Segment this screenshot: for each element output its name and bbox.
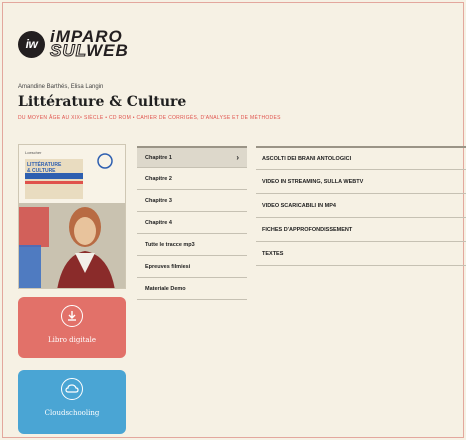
resource-list: ASCOLTI DEI BRANI ANTOLOGICI VIDEO IN ST…: [256, 146, 466, 266]
resource-item-fiches[interactable]: FICHES D'APPROFONDISSEMENT: [256, 218, 466, 242]
book-title: Littérature & Culture: [18, 94, 187, 110]
chapter-item-demo[interactable]: Materiale Demo: [137, 278, 247, 300]
libro-digitale-button[interactable]: Libro digitale: [18, 297, 126, 358]
chapter-label: Chapitre 4: [145, 219, 172, 226]
chapter-item-1[interactable]: Chapitre 1 ›: [137, 146, 247, 168]
chapter-label: Chapitre 1: [145, 154, 172, 161]
chapter-item-3[interactable]: Chapitre 3: [137, 190, 247, 212]
chapter-item-epreuves[interactable]: Epreuves filmiesi: [137, 256, 247, 278]
book-authors: Amandine Barthés, Elisa Langin: [18, 84, 104, 90]
chapter-list: Chapitre 1 › Chapitre 2 Chapitre 3 Chapit…: [137, 146, 247, 300]
brand-line2a: SUL: [49, 41, 87, 60]
brand-line2b: WEB: [86, 41, 129, 60]
chapter-label: Materiale Demo: [145, 285, 186, 292]
cover-title-2: & CULTURE: [27, 168, 56, 174]
chapter-label: Epreuves filmiesi: [145, 263, 191, 270]
chapter-label: Tutte le tracce mp3: [145, 241, 195, 248]
chapter-item-mp3[interactable]: Tutte le tracce mp3: [137, 234, 247, 256]
chevron-right-icon: ›: [236, 153, 239, 162]
resource-item-mp4[interactable]: VIDEO SCARICABILI IN MP4: [256, 194, 466, 218]
chapter-item-2[interactable]: Chapitre 2: [137, 168, 247, 190]
libro-digitale-label: Libro digitale: [48, 336, 96, 344]
resource-item-ascolti[interactable]: ASCOLTI DEI BRANI ANTOLOGICI: [256, 146, 466, 170]
cloud-icon: [61, 378, 83, 400]
chapter-label: Chapitre 3: [145, 197, 172, 204]
brand-badge: iw: [18, 30, 45, 58]
brand-wordmark: iMPARO SULWEB: [49, 28, 129, 60]
chapter-label: Chapitre 2: [145, 175, 172, 182]
cloudschooling-button[interactable]: Cloudschooling: [18, 370, 126, 434]
book-subtitle: DU MOYEN ÂGE AU XIXᵉ SIÈCLE • CD ROM • C…: [18, 115, 281, 121]
chapter-item-4[interactable]: Chapitre 4: [137, 212, 247, 234]
resource-item-textes[interactable]: TEXTES: [256, 242, 466, 266]
cloudschooling-label: Cloudschooling: [44, 409, 100, 417]
brand-logo[interactable]: iw iMPARO SULWEB: [18, 28, 129, 60]
download-icon: [61, 305, 83, 327]
cover-series: Loescher: [25, 150, 42, 155]
brand-line2: SULWEB: [49, 41, 129, 60]
resource-item-streaming[interactable]: VIDEO IN STREAMING, SULLA WEBTV: [256, 170, 466, 194]
book-cover[interactable]: Loescher LITTÉRATURE & CULTURE: [18, 144, 126, 289]
